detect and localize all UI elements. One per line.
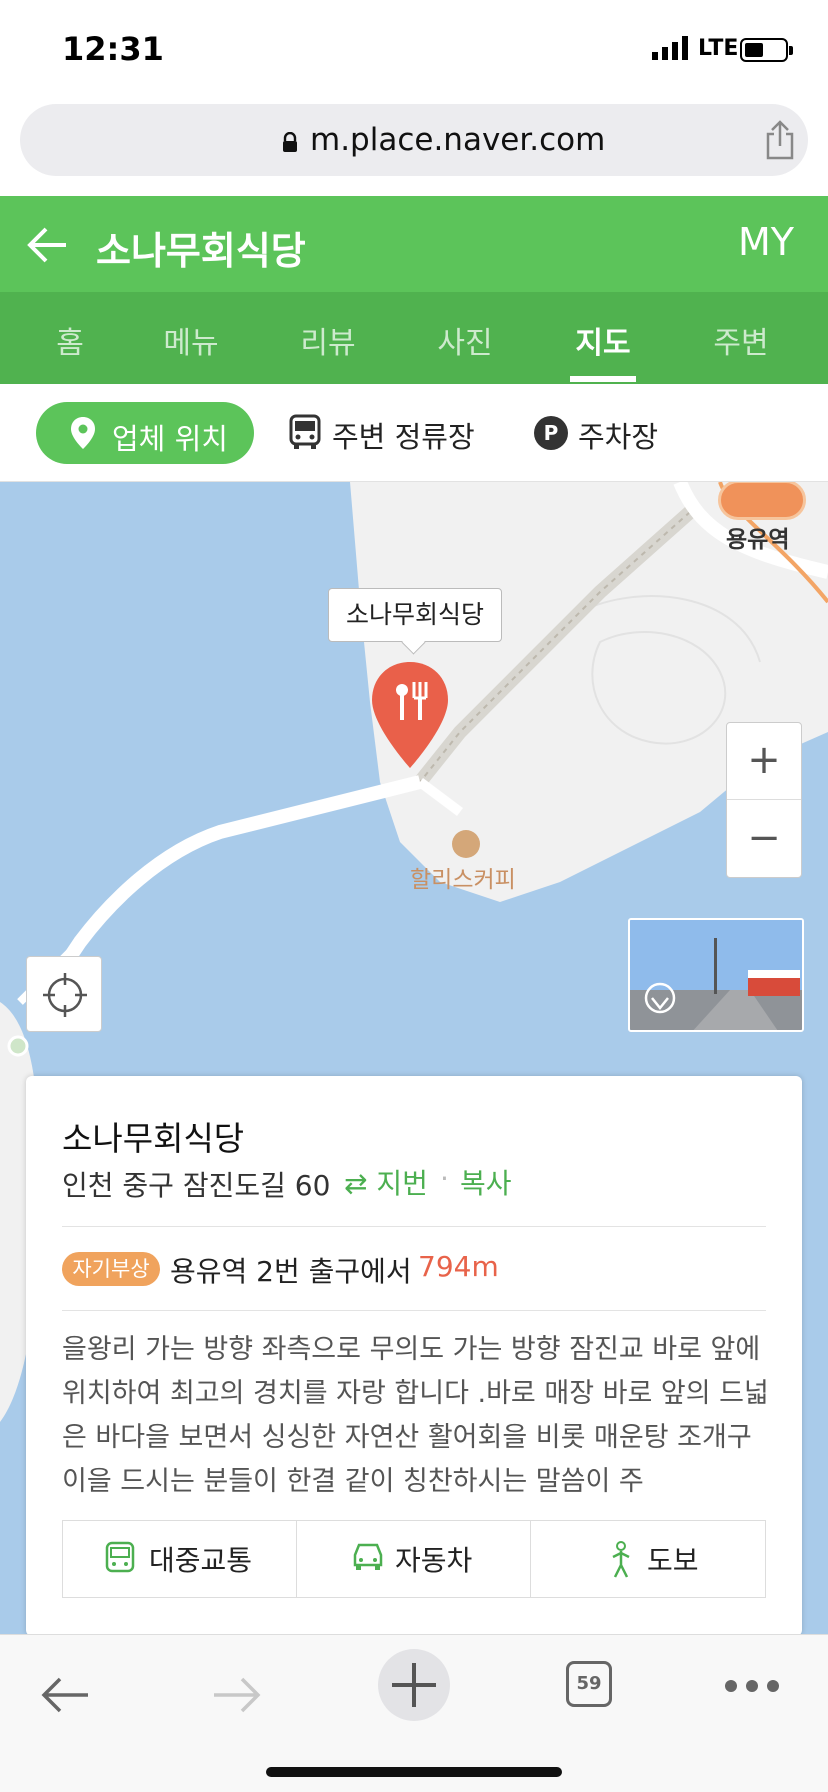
- restaurant-marker-icon[interactable]: [370, 656, 458, 780]
- place-description: 을왕리 가는 방향 좌측으로 무의도 가는 방향 잠진교 바로 앞에 위치하여 …: [62, 1334, 769, 1496]
- map-filter-bar: 업체 위치 주변 정류장 P 주차장: [0, 384, 828, 482]
- tab-home[interactable]: 홈: [10, 318, 130, 362]
- cafe-label: 할리스커피: [410, 867, 516, 893]
- divider: [62, 1310, 766, 1311]
- tab-menu[interactable]: 메뉴: [131, 318, 251, 362]
- tab-nearby[interactable]: 주변: [681, 318, 801, 362]
- place-pin-label[interactable]: 소나무회식당: [328, 588, 502, 642]
- url-bar[interactable]: m.place.naver.com: [20, 104, 808, 176]
- status-bar: 12:31 LTE: [0, 0, 828, 100]
- station-label: 용유역: [726, 527, 790, 553]
- location-pin-icon: [71, 417, 95, 449]
- home-indicator: [266, 1767, 562, 1777]
- station-direction: 용유역 2번 출구에서: [170, 1255, 412, 1288]
- place-address: 인천 중구 잠진도길 60: [62, 1169, 331, 1202]
- status-time: 12:31: [62, 30, 164, 68]
- line-badge: 자기부상: [62, 1252, 160, 1286]
- place-header: 소나무회식당 MY: [0, 196, 828, 292]
- bus-outline-icon: [105, 1541, 135, 1573]
- current-location-button[interactable]: [26, 956, 102, 1032]
- walk-directions-button[interactable]: 도보: [531, 1521, 765, 1597]
- station-distance: 794m: [418, 1250, 499, 1283]
- location-filter-label: 업체 위치: [112, 422, 228, 456]
- car-directions-button[interactable]: 자동차: [297, 1521, 531, 1597]
- network-type: LTE: [698, 36, 739, 61]
- browser-forward-icon[interactable]: [212, 1675, 262, 1715]
- signal-icon: [652, 36, 688, 60]
- plus-icon: [392, 1663, 436, 1707]
- tab-photo[interactable]: 사진: [405, 318, 525, 362]
- more-icon[interactable]: [724, 1679, 780, 1693]
- walking-person-icon: [612, 1541, 630, 1578]
- directions-buttons: 대중교통 자동차 도보: [62, 1520, 766, 1598]
- bus-icon[interactable]: [288, 414, 322, 450]
- divider: [62, 1226, 766, 1227]
- browser-back-icon[interactable]: [40, 1675, 90, 1715]
- car-label: 자동차: [395, 1544, 473, 1577]
- transit-directions-button[interactable]: 대중교통: [63, 1521, 297, 1597]
- page-title: 소나무회식당: [96, 229, 306, 273]
- active-tab-indicator: [570, 376, 636, 382]
- battery-icon: [740, 38, 793, 62]
- share-icon[interactable]: [762, 120, 798, 160]
- transit-label: 대중교통: [149, 1544, 253, 1577]
- car-icon: [353, 1543, 383, 1570]
- new-tab-button[interactable]: [378, 1649, 450, 1721]
- nearby-stops-filter[interactable]: 주변 정류장: [332, 414, 475, 456]
- station-marker-icon[interactable]: [718, 482, 806, 520]
- zoom-control: + −: [726, 722, 802, 878]
- zoom-out-button[interactable]: −: [727, 801, 801, 878]
- copy-address-button[interactable]: 복사: [460, 1162, 512, 1202]
- tab-map[interactable]: 지도: [543, 318, 663, 362]
- street-view-thumbnail[interactable]: [628, 918, 804, 1032]
- location-filter-chip[interactable]: 업체 위치: [36, 402, 254, 464]
- place-name: 소나무회식당: [62, 1119, 245, 1158]
- jibeon-toggle[interactable]: ⇄ 지번: [344, 1162, 428, 1202]
- tab-bar: 홈 메뉴 리뷰 사진 지도 주변: [0, 292, 828, 384]
- walk-label: 도보: [647, 1544, 699, 1577]
- separator-dot: ·: [440, 1162, 449, 1195]
- cafe-icon[interactable]: [452, 830, 480, 858]
- parking-icon: P: [534, 416, 568, 450]
- crosshair-icon: [43, 973, 87, 1017]
- lock-icon: [283, 132, 297, 152]
- place-info-card: 소나무회식당 인천 중구 잠진도길 60 ⇄ 지번 · 복사 자기부상 용유역 …: [26, 1076, 802, 1636]
- zoom-in-button[interactable]: +: [727, 723, 801, 800]
- tabs-count-button[interactable]: 59: [566, 1661, 612, 1707]
- back-arrow-icon[interactable]: [24, 222, 70, 268]
- tab-review[interactable]: 리뷰: [268, 318, 388, 362]
- my-button[interactable]: MY: [738, 220, 794, 264]
- url-text: m.place.naver.com: [310, 122, 606, 158]
- parking-filter[interactable]: 주차장: [578, 414, 658, 456]
- street-view-image: [630, 920, 802, 1030]
- browser-toolbar: 59: [0, 1634, 828, 1792]
